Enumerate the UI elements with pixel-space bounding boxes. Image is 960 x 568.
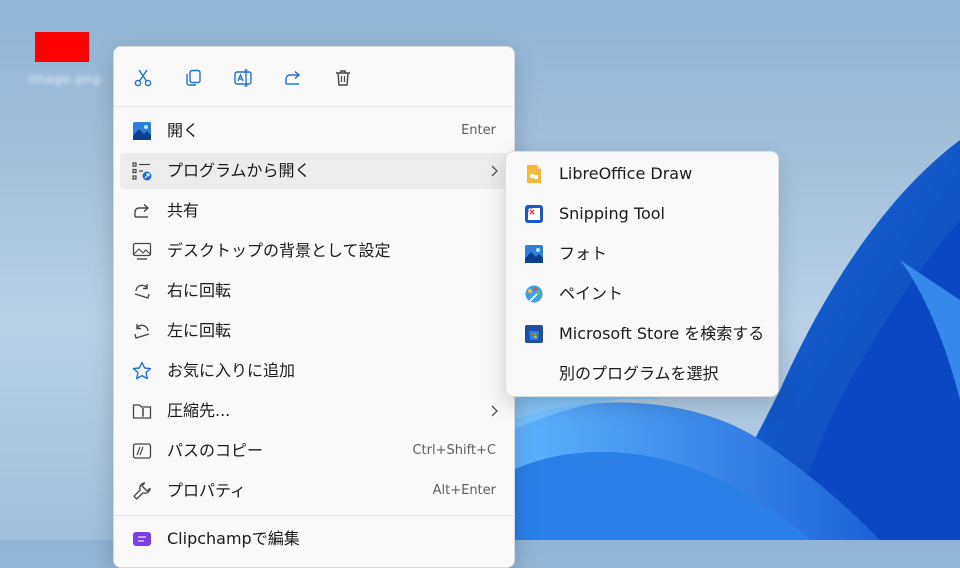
delete-icon: [336, 70, 350, 86]
share-icon: [285, 70, 301, 85]
delete-button[interactable]: [328, 63, 358, 93]
submenu-item-label: Microsoft Store を検索する: [559, 324, 765, 343]
rotate-left-icon: [134, 324, 150, 339]
wrench-icon: [133, 482, 151, 500]
menu-item-label: 圧縮先...: [167, 401, 231, 420]
copy-path-icon: [132, 443, 152, 459]
rename-button[interactable]: [228, 63, 258, 93]
toolbar-divider: [114, 106, 514, 107]
chevron-right-icon: [491, 405, 498, 417]
shortcut-text: Enter: [461, 123, 496, 138]
cut-button[interactable]: [128, 63, 158, 93]
menu-item-open-with[interactable]: プログラムから開く: [120, 153, 508, 189]
desktop-file-label: Image.png: [28, 72, 102, 86]
share-button[interactable]: [278, 63, 308, 93]
menu-item-label: パスのコピー: [167, 441, 264, 460]
menu-item-label: プロパティ: [167, 481, 247, 500]
submenu-item-choose-another[interactable]: 別のプログラムを選択: [512, 356, 772, 392]
rotate-right-icon: [134, 284, 150, 299]
submenu-item-paint[interactable]: ペイント: [512, 276, 772, 312]
menu-item-add-favorite[interactable]: お気に入りに追加: [120, 353, 508, 389]
submenu-item-snipping-tool[interactable]: Snipping Tool: [512, 196, 772, 232]
menu-item-set-background[interactable]: デスクトップの背景として設定: [120, 233, 508, 269]
clipchamp-icon: [133, 532, 151, 546]
shortcut-text: Alt+Enter: [432, 483, 496, 498]
cut-icon: [134, 69, 152, 87]
open-with-icon: [132, 162, 152, 181]
chevron-right-icon: [491, 165, 498, 177]
submenu-item-photos[interactable]: フォト: [512, 236, 772, 272]
context-menu: 開く Enter プログラムから開く 共有 デスクトップの背景として設定 右に回…: [113, 46, 515, 568]
menu-item-label: 左に回転: [167, 321, 232, 340]
rename-icon: [234, 69, 252, 87]
menu-item-open[interactable]: 開く Enter: [120, 113, 508, 149]
submenu-item-label: LibreOffice Draw: [559, 164, 693, 183]
share-icon: [134, 203, 150, 218]
menu-item-share[interactable]: 共有: [120, 193, 508, 229]
copy-icon: [186, 69, 201, 86]
menu-item-label: 共有: [167, 201, 200, 220]
submenu-item-label: Snipping Tool: [559, 204, 665, 223]
image-thumbnail: [35, 32, 89, 62]
libreoffice-draw-icon: [527, 165, 541, 183]
menu-item-label: プログラムから開く: [167, 161, 311, 180]
submenu-item-libreoffice-draw[interactable]: LibreOffice Draw: [512, 156, 772, 192]
menu-item-label: デスクトップの背景として設定: [167, 241, 391, 260]
context-menu-toolbar: [114, 47, 514, 105]
menu-item-copy-path[interactable]: パスのコピー Ctrl+Shift+C: [120, 433, 508, 469]
desktop-background-icon: [132, 242, 152, 260]
menu-item-properties[interactable]: プロパティ Alt+Enter: [120, 473, 508, 509]
menu-item-label: 開く: [167, 121, 200, 140]
menu-item-rotate-left[interactable]: 左に回転: [120, 313, 508, 349]
star-icon: [132, 361, 152, 380]
menu-divider: [114, 515, 514, 516]
submenu-item-label: ペイント: [559, 284, 624, 303]
submenu-item-search-store[interactable]: Microsoft Store を検索する: [512, 316, 772, 352]
menu-item-clipchamp[interactable]: Clipchampで編集: [120, 521, 508, 557]
submenu-item-label: フォト: [559, 244, 608, 263]
menu-item-label: お気に入りに追加: [167, 361, 296, 380]
menu-item-compress-to[interactable]: 圧縮先...: [120, 393, 508, 429]
submenu-item-label: 別のプログラムを選択: [559, 364, 719, 383]
photos-icon: [525, 245, 543, 263]
photo-icon: [133, 122, 151, 140]
store-icon: [525, 325, 543, 343]
open-with-submenu: LibreOffice Draw Snipping Tool フォト ペイント: [505, 151, 779, 397]
copy-button[interactable]: [178, 63, 208, 93]
menu-item-label: 右に回転: [167, 281, 232, 300]
shortcut-text: Ctrl+Shift+C: [412, 443, 496, 458]
zip-folder-icon: [132, 404, 152, 419]
desktop-file-icon[interactable]: Image.png: [20, 30, 110, 94]
menu-item-rotate-right[interactable]: 右に回転: [120, 273, 508, 309]
menu-item-label: Clipchampで編集: [167, 529, 300, 548]
paint-icon: [525, 285, 543, 303]
snipping-tool-icon: [525, 205, 543, 223]
